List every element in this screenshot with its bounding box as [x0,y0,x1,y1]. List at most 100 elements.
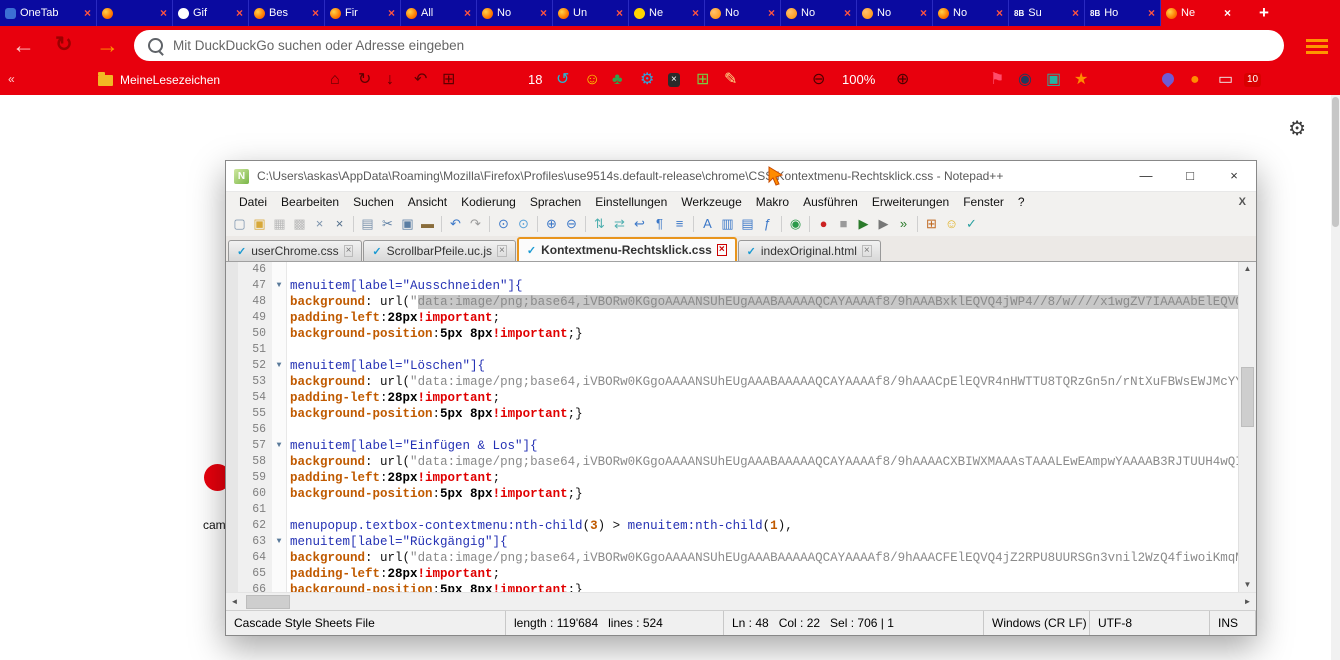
doc-tab[interactable]: ✓ScrollbarPfeile.uc.js× [363,240,515,261]
fold-marker[interactable]: ▼ [272,278,287,294]
tab-close-button[interactable]: × [236,6,243,20]
browser-tab[interactable]: 8BHo× [1085,0,1161,26]
globe-icon[interactable]: ◉ [1018,69,1032,91]
reload-button[interactable]: ↻ [55,29,73,61]
close-box-icon[interactable]: × [668,73,680,87]
stop-macro-icon[interactable]: ■ [834,214,853,233]
copy-icon[interactable]: ▣ [398,214,417,233]
new-file-icon[interactable]: ▢ [230,214,249,233]
define-language-icon[interactable]: A [698,214,717,233]
word-wrap-icon[interactable]: ↩ [630,214,649,233]
record-macro-icon[interactable]: ● [814,214,833,233]
sync-horizontal-icon[interactable]: ⇄ [610,214,629,233]
code-line[interactable]: 58background: url("data:image/png;base64… [226,454,1239,470]
browser-tab[interactable]: Gif× [173,0,249,26]
paste-icon[interactable]: ▬ [418,214,437,233]
code-line[interactable]: 47▼menuitem[label="Ausschneiden"]{ [226,278,1239,294]
code-line[interactable]: 55background-position:5px 8px!important;… [226,406,1239,422]
browser-tab[interactable]: Un× [553,0,629,26]
browser-tab[interactable]: 8BSu× [1009,0,1085,26]
close-file-icon[interactable]: × [310,214,329,233]
pin-icon[interactable] [1160,71,1177,88]
code-line[interactable]: 48background: url("data:image/png;base64… [226,294,1239,310]
browser-tab[interactable]: × [97,0,173,26]
close-button[interactable]: × [1212,161,1256,191]
new-tab-button[interactable]: + [1259,3,1269,23]
code-line[interactable]: 46 [226,262,1239,278]
doc-list-icon[interactable]: ▤ [738,214,757,233]
tab-close-button[interactable]: × [844,6,851,20]
tab-close-button[interactable]: × [1224,6,1231,20]
code-line[interactable]: 63▼menuitem[label="Rückgängig"]{ [226,534,1239,550]
menu-item-sprachen[interactable]: Sprachen [523,195,588,209]
code-line[interactable]: 60background-position:5px 8px!important;… [226,486,1239,502]
code-line[interactable]: 52▼menuitem[label="Löschen"]{ [226,358,1239,374]
menu-item-ansicht[interactable]: Ansicht [401,195,454,209]
run-multi-icon[interactable]: » [894,214,913,233]
browser-tab[interactable]: No× [933,0,1009,26]
editor[interactable]: 4647▼menuitem[label="Ausschneiden"]{48ba… [226,262,1256,592]
tab-close-button[interactable]: × [464,6,471,20]
doc-tab-close-button[interactable]: × [717,244,727,256]
undo-icon[interactable]: ↶ [414,69,427,91]
code-line[interactable]: 57▼menuitem[label="Einfügen & Los"]{ [226,438,1239,454]
function-list-icon[interactable]: ƒ [758,214,777,233]
address-bar[interactable]: Mit DuckDuckGo suchen oder Adresse einge… [134,30,1284,61]
doc-tab[interactable]: ✓indexOriginal.html× [738,240,881,261]
fold-marker[interactable]: ▼ [272,358,287,374]
code-line[interactable]: 65padding-left:28px!important; [226,566,1239,582]
menu-item-einstellungen[interactable]: Einstellungen [588,195,674,209]
code-line[interactable]: 64background: url("data:image/png;base64… [226,550,1239,566]
doc-tab-close-button[interactable]: × [862,245,872,257]
smiley-icon[interactable]: ☺ [584,69,600,91]
menu-item-kodierung[interactable]: Kodierung [454,195,523,209]
save-all-icon[interactable]: ▩ [290,214,309,233]
browser-tab[interactable]: Ne× [629,0,705,26]
save-disk-icon[interactable]: ▣ [1046,69,1061,91]
play-macro-icon[interactable]: ▶ [854,214,873,233]
forward-button[interactable]: → [96,29,119,61]
browser-tab[interactable]: No× [857,0,933,26]
tab-close-button[interactable]: × [84,6,91,20]
orange-circle-icon[interactable]: ● [1190,69,1200,91]
doc-tab-close-button[interactable]: × [497,245,507,257]
undo-icon[interactable]: ↶ [446,214,465,233]
menu-item-bearbeiten[interactable]: Bearbeiten [274,195,346,209]
extension-star-icon[interactable]: ★ [1074,69,1088,91]
browser-tab[interactable]: No× [705,0,781,26]
code-line[interactable]: 54padding-left:28px!important; [226,390,1239,406]
tab-close-button[interactable]: × [616,6,623,20]
sync-vertical-icon[interactable]: ⇅ [590,214,609,233]
minimize-button[interactable]: — [1124,161,1168,191]
code-line[interactable]: 61 [226,502,1239,518]
replace-icon[interactable]: ⊙ [514,214,533,233]
code-line[interactable]: 56 [226,422,1239,438]
tab-close-button[interactable]: × [160,6,167,20]
browser-tab[interactable]: Fir× [325,0,401,26]
redo-icon[interactable]: ↷ [466,214,485,233]
scroll-down-arrow[interactable]: ▼ [1239,578,1256,592]
browser-scrollbar[interactable] [1331,95,1340,660]
plugin-smiley-icon[interactable]: ☺ [942,214,961,233]
menu-right-x[interactable]: X [1239,196,1246,208]
tab-close-button[interactable]: × [312,6,319,20]
sync-icon[interactable]: ↺ [556,69,569,91]
code-line[interactable]: 51 [226,342,1239,358]
zoom-out-icon[interactable]: ⊖ [562,214,581,233]
code-line[interactable]: 50background-position:5px 8px!important;… [226,326,1239,342]
close-all-icon[interactable]: × [330,214,349,233]
tab-close-button[interactable]: × [768,6,775,20]
cut-icon[interactable]: ✂ [378,214,397,233]
zoom-in-icon[interactable]: ⊕ [542,214,561,233]
extension-grid-icon[interactable]: ⊞ [696,69,709,91]
tab-close-button[interactable]: × [692,6,699,20]
folder-icon[interactable] [98,75,113,86]
editor-vertical-scrollbar[interactable]: ▲ ▼ [1238,262,1256,592]
browser-tab[interactable]: No× [781,0,857,26]
tab-close-button[interactable]: × [540,6,547,20]
menu-item-makro[interactable]: Makro [749,195,796,209]
bookmarks-folder-label[interactable]: MeineLesezeichen [120,73,220,87]
maximize-button[interactable]: □ [1168,161,1212,191]
scrollbar-thumb[interactable] [1332,97,1339,227]
flag-icon[interactable]: ⚑ [990,69,1004,91]
